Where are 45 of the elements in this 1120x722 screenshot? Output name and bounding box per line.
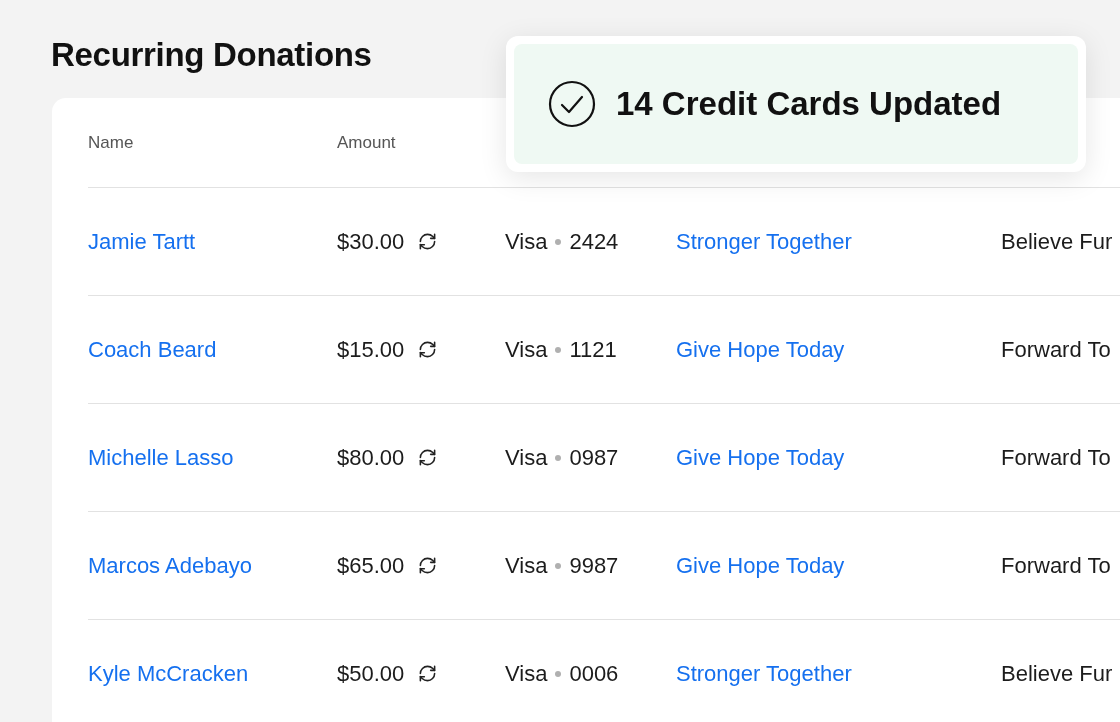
separator-dot [555, 346, 562, 353]
check-circle-icon [548, 80, 596, 128]
separator-dot [555, 238, 562, 245]
campaign-link[interactable]: Give Hope Today [676, 444, 845, 471]
card-number: 0006 [569, 660, 619, 687]
table-cell: Forward To [1001, 552, 1111, 579]
amount-text: $50.00 [337, 660, 405, 687]
refresh-icon [418, 664, 438, 683]
table-cell: Forward To [1001, 336, 1111, 363]
card-number: 9987 [569, 552, 619, 579]
column-header: Name [88, 132, 134, 153]
card-brand: Visa [505, 444, 548, 471]
card-brand: Visa [505, 552, 548, 579]
card-brand: Visa [505, 336, 548, 363]
amount-text: $65.00 [337, 552, 405, 579]
amount-text: $30.00 [337, 228, 405, 255]
card-brand: Visa [505, 228, 548, 255]
donor-link[interactable]: Michelle Lasso [88, 444, 234, 471]
refresh-icon [418, 340, 438, 359]
table-cell: Believe Fur [1001, 660, 1113, 687]
card-number: 2424 [569, 228, 619, 255]
amount-text: $15.00 [337, 336, 405, 363]
separator-dot [555, 670, 562, 677]
donor-link[interactable]: Kyle McCracken [88, 660, 249, 687]
amount-text: $80.00 [337, 444, 405, 471]
donor-link[interactable]: Marcos Adebayo [88, 552, 252, 579]
table-cell: Believe Fur [1001, 228, 1113, 255]
campaign-link[interactable]: Stronger Together [676, 228, 852, 255]
separator-dot [555, 454, 562, 461]
campaign-link[interactable]: Give Hope Today [676, 336, 845, 363]
card-number: 0987 [569, 444, 619, 471]
donor-link[interactable]: Coach Beard [88, 336, 217, 363]
separator-dot [555, 562, 562, 569]
page-title: Recurring Donations [51, 35, 373, 75]
donor-link[interactable]: Jamie Tartt [88, 228, 196, 255]
column-header: Amount [337, 132, 396, 153]
table-cell: Forward To [1001, 444, 1111, 471]
toast-message: 14 Credit Cards Updated [616, 85, 1002, 123]
card-number: 1121 [569, 336, 617, 363]
refresh-icon [418, 448, 438, 467]
card-brand: Visa [505, 660, 548, 687]
campaign-link[interactable]: Stronger Together [676, 660, 852, 687]
refresh-icon [418, 556, 438, 575]
refresh-icon [418, 232, 438, 251]
campaign-link[interactable]: Give Hope Today [676, 552, 845, 579]
